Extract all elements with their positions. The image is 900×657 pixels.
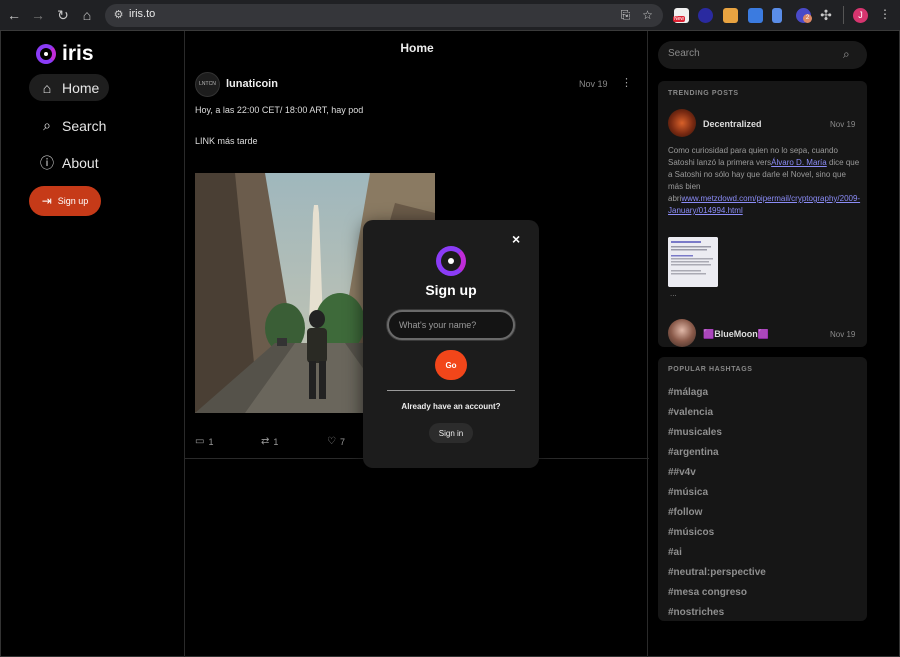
search-bar[interactable]: ⌕ <box>658 41 867 69</box>
extension-icon[interactable] <box>698 8 713 23</box>
search-icon[interactable]: ⌕ <box>843 47 850 62</box>
document-preview-image <box>668 237 718 287</box>
profile-avatar[interactable]: J <box>853 8 868 23</box>
hashtag-link[interactable]: #ai <box>668 547 682 558</box>
hashtag-link[interactable]: #follow <box>668 507 702 518</box>
home-page-icon[interactable]: ⌂ <box>79 7 95 23</box>
hashtag-link[interactable]: #músicos <box>668 527 714 538</box>
repost-icon: ⇄ <box>261 436 270 447</box>
extension-new-icon[interactable]: New <box>673 8 689 23</box>
trending-author[interactable]: Decentralized <box>703 119 762 129</box>
trending-title: TRENDING POSTS <box>668 90 739 97</box>
post-text: Hoy, a las 22:00 CET/ 18:00 ART, hay pod <box>195 105 364 115</box>
address-bar[interactable]: ⚙ iris.to ⎘ ☆ <box>105 4 663 27</box>
hashtag-link[interactable]: #nostriches <box>668 607 724 618</box>
bookmark-star-icon[interactable]: ☆ <box>640 8 655 23</box>
signup-label: Sign up <box>57 196 89 206</box>
post-text: LINK más tarde <box>195 136 258 146</box>
post-avatar[interactable]: LNTCN <box>195 72 220 97</box>
have-account-text: Already have an account? <box>401 402 501 411</box>
browser-menu-icon[interactable]: ⋮ <box>879 7 891 21</box>
like-action[interactable]: ♡ 7 <box>327 436 345 447</box>
trending-posts-panel: TRENDING POSTS Decentralized Nov 19 Como… <box>658 81 867 347</box>
like-count: 7 <box>339 436 345 447</box>
post-date[interactable]: Nov 19 <box>579 79 608 89</box>
name-input[interactable] <box>387 310 515 340</box>
browser-toolbar: ← → ↻ ⌂ ⚙ iris.to ⎘ ☆ New 2 ✣ J ⋮ <box>0 0 900 31</box>
page: iris ⌂ Home ⌕ Search ⓘ About ⇥ Sign up H… <box>0 31 900 657</box>
sidebar-item-search[interactable]: ⌕ Search <box>29 112 116 139</box>
hashtag-link[interactable]: ##v4v <box>668 467 696 478</box>
forward-icon[interactable]: → <box>30 7 46 23</box>
trending-thumbnail[interactable] <box>668 237 718 287</box>
mention-link[interactable]: Álvaro D. María <box>771 158 827 167</box>
site-info-icon[interactable]: ⚙ <box>111 8 126 23</box>
search-icon: ⌕ <box>43 117 51 133</box>
trending-author[interactable]: 🟪BlueMoon🟪 <box>703 329 769 340</box>
extensions-puzzle-icon[interactable]: ✣ <box>818 7 834 23</box>
close-icon[interactable]: × <box>512 231 520 247</box>
trending-date[interactable]: Nov 19 <box>830 330 855 339</box>
sidebar-item-about[interactable]: ⓘ About <box>29 149 109 176</box>
post-menu-icon[interactable]: ⋮ <box>621 76 632 89</box>
extension-icon[interactable]: 2 <box>796 8 812 23</box>
go-button[interactable]: Go <box>435 350 467 380</box>
extension-icon[interactable] <box>748 8 763 23</box>
reload-icon[interactable]: ↻ <box>55 7 71 23</box>
iris-logo-icon <box>36 44 56 64</box>
modal-divider <box>387 390 515 391</box>
popular-hashtags-panel: POPULAR HASHTAGS #málaga #valencia #musi… <box>658 357 867 621</box>
hashtag-link[interactable]: #argentina <box>668 447 719 458</box>
hashtags-title: POPULAR HASHTAGS <box>668 366 753 373</box>
reply-action[interactable]: ▭ 1 <box>195 436 213 447</box>
trending-date[interactable]: Nov 19 <box>830 120 855 129</box>
sidebar-item-label: Home <box>62 79 100 96</box>
install-app-icon[interactable]: ⎘ <box>618 8 633 23</box>
extension-count-badge: 2 <box>803 14 812 23</box>
sidebar-item-home[interactable]: ⌂ Home <box>29 74 110 101</box>
login-icon: ⇥ <box>41 194 52 208</box>
back-icon[interactable]: ← <box>6 7 22 23</box>
iris-logo-icon <box>436 246 466 276</box>
hashtag-link[interactable]: #valencia <box>668 407 713 418</box>
info-icon: ⓘ <box>40 154 54 171</box>
post-author[interactable]: lunaticoin <box>226 78 278 90</box>
logo-text: iris <box>62 42 94 65</box>
repost-count: 1 <box>273 436 279 447</box>
extension-new-badge: New <box>673 16 686 22</box>
reply-icon: ▭ <box>195 436 205 447</box>
home-icon: ⌂ <box>42 79 52 96</box>
page-title: Home <box>400 41 434 55</box>
hashtag-link[interactable]: #música <box>668 487 708 498</box>
hashtag-link[interactable]: #neutral:perspective <box>668 567 766 578</box>
trending-post-text: Como curiosidad para quien no lo sepa, c… <box>668 145 861 217</box>
hashtag-link[interactable]: #mesa congreso <box>668 587 747 598</box>
url-text: iris.to <box>129 8 156 20</box>
reply-count: 1 <box>208 436 214 447</box>
modal-title: Sign up <box>425 282 477 298</box>
extension-icon[interactable] <box>723 8 738 23</box>
sidebar-item-label: Search <box>62 117 107 134</box>
search-input[interactable] <box>668 48 838 59</box>
trending-more: ... <box>670 289 677 298</box>
trending-avatar[interactable] <box>668 109 696 137</box>
signin-button[interactable]: Sign in <box>429 423 473 443</box>
hashtag-link[interactable]: #málaga <box>668 387 708 398</box>
repost-action[interactable]: ⇄ 1 <box>261 436 278 447</box>
hashtag-link[interactable]: #musicales <box>668 427 722 438</box>
signup-modal: × Sign up Go Already have an account? Si… <box>363 220 539 468</box>
extension-icon[interactable] <box>772 8 782 23</box>
heart-icon: ♡ <box>327 436 336 447</box>
sidebar-signup-button[interactable]: ⇥ Sign up <box>29 186 101 216</box>
iris-logo[interactable]: iris <box>36 42 94 66</box>
trending-avatar[interactable] <box>668 319 696 347</box>
sidebar-item-label: About <box>62 154 99 171</box>
external-link[interactable]: www.metzdowd.com/pipermail/cryptography/… <box>668 194 860 215</box>
toolbar-divider <box>843 6 844 24</box>
